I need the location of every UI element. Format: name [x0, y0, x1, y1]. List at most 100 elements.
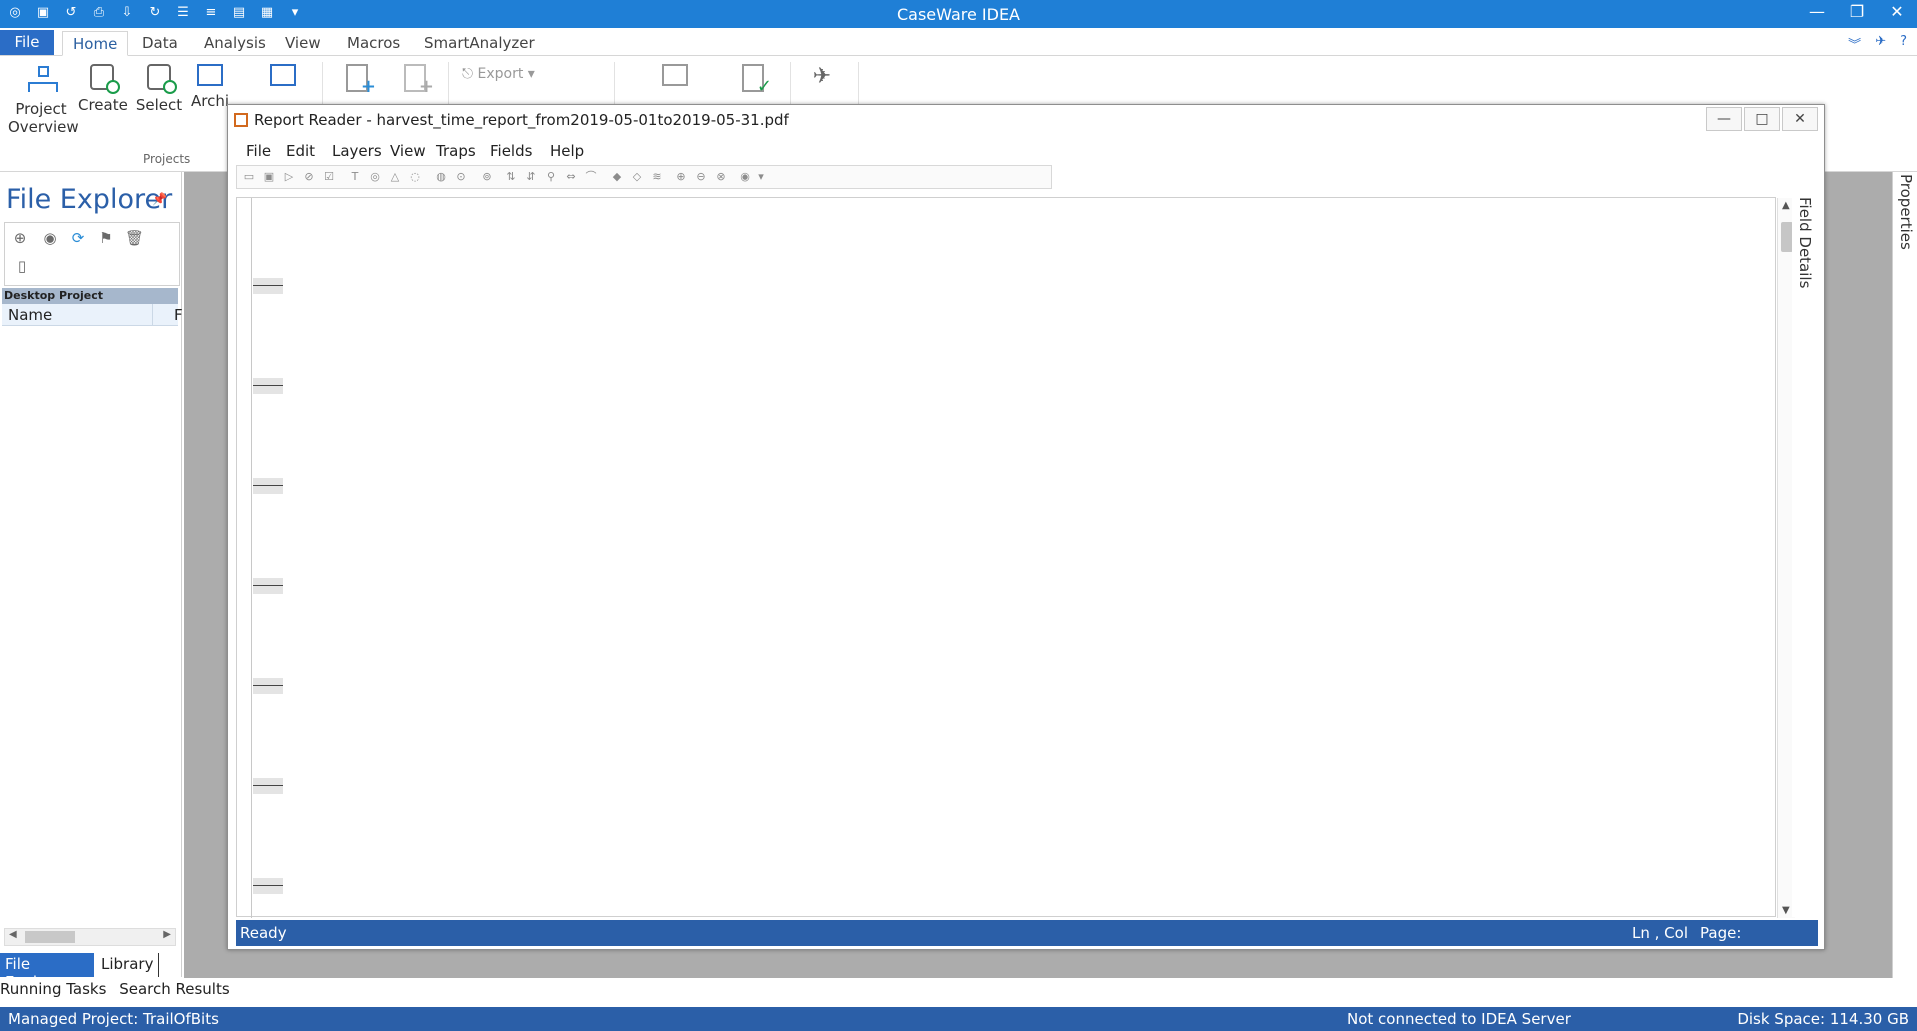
- menu-layers[interactable]: Layers: [332, 142, 382, 160]
- verify-button[interactable]: ✓: [736, 56, 772, 98]
- column-name[interactable]: Name: [8, 306, 52, 324]
- device-icon[interactable]: ▯: [13, 257, 31, 275]
- add-document-button[interactable]: +: [398, 56, 434, 98]
- scroll-up-icon[interactable]: ▲: [1782, 200, 1790, 211]
- tab-library[interactable]: Library: [96, 953, 160, 977]
- window-controls: — ❐ ✕: [1797, 0, 1917, 26]
- minimize-icon[interactable]: —: [1706, 107, 1742, 131]
- archive-label: Archi: [190, 92, 230, 110]
- file-explorer-panel: File Explorer 📌 ⊕ ◉ ⟳ ⚑ 🗑 ▯ Desktop Proj…: [0, 172, 183, 977]
- open-icon[interactable]: ◉: [41, 229, 59, 247]
- report-content-area[interactable]: ▲ ▼: [236, 197, 1795, 918]
- new-report-button[interactable]: +: [340, 56, 376, 98]
- project-label: Desktop Project: [2, 288, 178, 304]
- scroll-down-icon[interactable]: ▼: [1782, 905, 1790, 916]
- close-icon[interactable]: ✕: [1877, 0, 1917, 26]
- report-menu-bar: File Edit Layers View Traps Fields Help: [236, 139, 1816, 163]
- restore-icon[interactable]: ❐: [1837, 0, 1877, 26]
- shape-icon[interactable]: △: [387, 169, 403, 185]
- select-button[interactable]: Select: [134, 56, 184, 114]
- tab-running-tasks[interactable]: Running Tasks: [0, 980, 106, 998]
- zoom-out-icon[interactable]: ⊖: [693, 169, 709, 185]
- create-button[interactable]: Create: [78, 56, 128, 114]
- collapse-ribbon-icon[interactable]: ︾: [1848, 34, 1861, 53]
- menu-traps[interactable]: Traps: [436, 142, 476, 160]
- task-settings-button[interactable]: [658, 56, 692, 92]
- maximize-icon[interactable]: □: [1744, 107, 1780, 131]
- layer-icon[interactable]: ⊚: [479, 169, 495, 185]
- field-details-label[interactable]: Field Details: [1796, 197, 1814, 288]
- anchor-icon[interactable]: ⇅: [503, 169, 519, 185]
- text-trap-icon[interactable]: T: [347, 169, 363, 185]
- anchor2-icon[interactable]: ⇵: [523, 169, 539, 185]
- help-icon[interactable]: ?: [1900, 34, 1907, 53]
- zoom-in-icon[interactable]: ⊕: [673, 169, 689, 185]
- menu-file[interactable]: File: [246, 142, 271, 160]
- send-icon: ✈: [812, 64, 832, 89]
- archive-button[interactable]: Archi: [190, 56, 230, 110]
- report-window-controls: — □ ✕: [1706, 107, 1818, 131]
- stack-icon[interactable]: ◆: [609, 169, 625, 185]
- fields-icon[interactable]: ◍: [433, 169, 449, 185]
- stack2-icon[interactable]: ◇: [629, 169, 645, 185]
- scroll-right-icon[interactable]: ▶: [163, 929, 171, 940]
- tab-view[interactable]: View: [275, 31, 331, 56]
- export-button[interactable]: ⎋ Export ▾: [462, 66, 542, 82]
- delete-icon[interactable]: 🗑: [125, 229, 144, 247]
- tab-smartanalyzer[interactable]: SmartAnalyzer: [414, 31, 545, 56]
- project-overview-button[interactable]: Project Overview: [8, 56, 79, 136]
- zoom-fit-icon[interactable]: ⊗: [713, 169, 729, 185]
- menu-edit[interactable]: Edit: [286, 142, 315, 160]
- refresh-icon[interactable]: ⟳: [69, 229, 87, 247]
- tab-search-results[interactable]: Search Results: [119, 980, 229, 998]
- properties-label[interactable]: Properties: [1897, 174, 1915, 250]
- scroll-thumb[interactable]: [25, 931, 75, 943]
- shape2-icon[interactable]: ◌: [407, 169, 423, 185]
- check-icon[interactable]: ☑: [321, 169, 337, 185]
- pin-icon[interactable]: 📌: [152, 192, 167, 206]
- minimize-icon[interactable]: —: [1797, 0, 1837, 26]
- horizontal-scrollbar[interactable]: ◀ ▶: [4, 928, 176, 946]
- eye-icon[interactable]: ◉: [737, 169, 753, 185]
- file-explorer-toolbar: ⊕ ◉ ⟳ ⚑ 🗑 ▯: [4, 222, 180, 286]
- menu-fields[interactable]: Fields: [490, 142, 532, 160]
- send-button[interactable]: ✈: [804, 56, 840, 100]
- target-icon[interactable]: ◎: [367, 169, 383, 185]
- cancel-icon[interactable]: ⊘: [301, 169, 317, 185]
- report-status-bar: Ready Ln , Col Page:: [236, 920, 1818, 946]
- tab-file-explorer[interactable]: File Explorer: [0, 953, 94, 991]
- search-button[interactable]: [266, 56, 300, 92]
- report-reader-title: Report Reader - harvest_time_report_from…: [254, 111, 789, 129]
- open-icon[interactable]: ▭: [241, 169, 257, 185]
- menu-view[interactable]: View: [390, 142, 426, 160]
- tab-file[interactable]: File: [0, 30, 54, 55]
- project-overview-label-1: Project: [15, 100, 67, 118]
- title-bar: ◎ ▣ ↺ ⎙ ⇩ ↻ ☰ ≡ ▤ ▦ ▾ CaseWare IDEA — ❐ …: [0, 0, 1917, 28]
- app-title: CaseWare IDEA: [896, 5, 1020, 24]
- find-icon[interactable]: ⊙: [453, 169, 469, 185]
- dropdown-arrow-icon[interactable]: ▾: [753, 169, 769, 185]
- flag-icon[interactable]: ⚑: [97, 229, 115, 247]
- checklist-icon: ✓: [742, 64, 772, 96]
- scroll-left-icon[interactable]: ◀: [9, 929, 17, 940]
- tab-data[interactable]: Data: [132, 31, 188, 56]
- export-icon[interactable]: ▷: [281, 169, 297, 185]
- tab-macros[interactable]: Macros: [337, 31, 410, 56]
- menu-help[interactable]: Help: [550, 142, 584, 160]
- close-icon[interactable]: ✕: [1782, 107, 1818, 131]
- new-file-icon[interactable]: ⊕: [11, 229, 29, 247]
- field-details-strip[interactable]: Field Details: [1792, 197, 1818, 917]
- save-icon[interactable]: ▣: [261, 169, 277, 185]
- tab-home[interactable]: Home: [62, 31, 129, 56]
- stack3-icon[interactable]: ≋: [649, 169, 665, 185]
- properties-strip[interactable]: Properties: [1892, 172, 1917, 978]
- link-icon[interactable]: ⚲: [543, 169, 559, 185]
- create-database-icon: [90, 64, 120, 94]
- column-f[interactable]: F: [174, 306, 183, 324]
- feedback-icon[interactable]: ✈: [1875, 34, 1886, 53]
- move-icon[interactable]: ⇔: [563, 169, 579, 185]
- export-icon: ⎋: [462, 66, 478, 82]
- curve-icon[interactable]: ⌒: [583, 169, 599, 185]
- page-break-marker: [253, 678, 283, 694]
- tab-analysis[interactable]: Analysis: [194, 31, 276, 56]
